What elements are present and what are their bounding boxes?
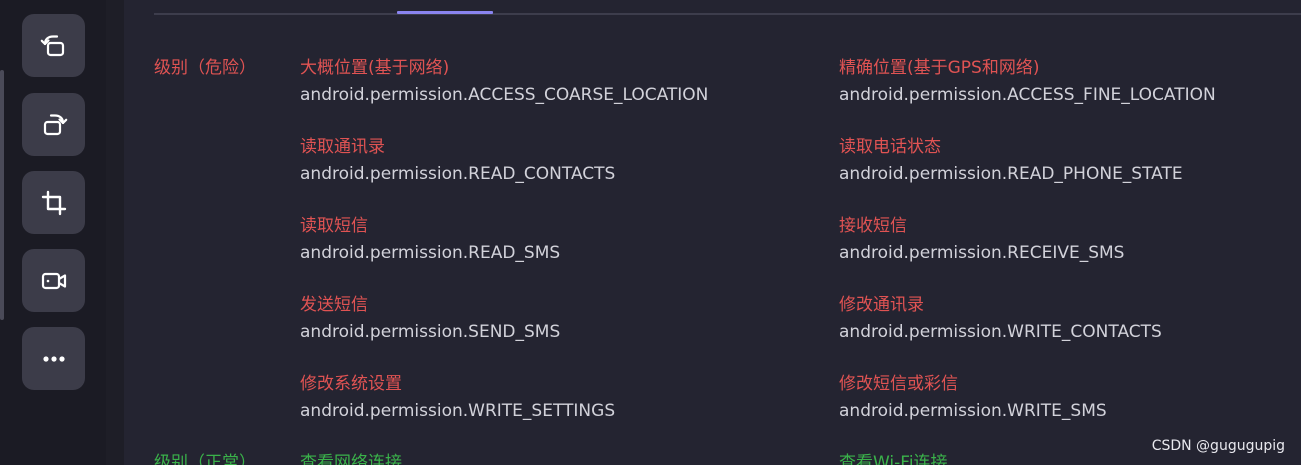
permission-item: 接收短信 android.permission.RECEIVE_SMS <box>839 215 1301 264</box>
permission-name: 修改短信或彩信 <box>839 374 958 394</box>
permission-item: 修改系统设置 android.permission.WRITE_SETTINGS <box>300 373 820 422</box>
permission-item: 查看网络连接 <box>300 452 820 465</box>
rotate-clockwise-icon <box>43 113 67 135</box>
rotate-left-button[interactable] <box>22 14 85 77</box>
permission-name: 读取短信 <box>300 216 368 236</box>
permission-id: android.permission.RECEIVE_SMS <box>839 243 1125 263</box>
permission-name: 查看网络连接 <box>300 453 402 465</box>
permission-id: android.permission.ACCESS_FINE_LOCATION <box>839 85 1216 105</box>
permission-item: 发送短信 android.permission.SEND_SMS <box>300 294 820 343</box>
active-tab-indicator[interactable] <box>397 11 493 14</box>
crop-button[interactable] <box>22 171 85 234</box>
rotate-right-button[interactable] <box>22 93 85 156</box>
permission-name: 大概位置(基于网络) <box>300 58 450 78</box>
permission-item: 修改短信或彩信 android.permission.WRITE_SMS <box>839 373 1301 422</box>
watermark: CSDN @gugugupig <box>1151 438 1285 454</box>
sidebar-scrollbar[interactable] <box>0 70 4 320</box>
crop-icon <box>41 190 66 215</box>
permission-item: 修改通讯录 android.permission.WRITE_CONTACTS <box>839 294 1301 343</box>
permission-item: 精确位置(基于GPS和网络) android.permission.ACCESS… <box>839 57 1301 106</box>
permission-id: android.permission.READ_CONTACTS <box>300 164 616 184</box>
permission-name: 精确位置(基于GPS和网络) <box>839 58 1040 78</box>
permission-name: 读取通讯录 <box>300 137 385 157</box>
permission-id: android.permission.WRITE_SETTINGS <box>300 401 616 421</box>
tab-bar-divider <box>154 13 1301 15</box>
permission-id: android.permission.WRITE_CONTACTS <box>839 322 1162 342</box>
sidebar-divider <box>106 0 124 465</box>
app-root: 级别（危险） 大概位置(基于网络) android.permission.ACC… <box>0 0 1301 465</box>
permission-item: 大概位置(基于网络) android.permission.ACCESS_COA… <box>300 57 820 106</box>
permission-id: android.permission.READ_SMS <box>300 243 561 263</box>
permission-item: 读取短信 android.permission.READ_SMS <box>300 215 820 264</box>
video-icon <box>41 272 66 289</box>
more-options-button[interactable] <box>22 327 85 390</box>
permission-id: android.permission.ACCESS_COARSE_LOCATIO… <box>300 85 709 105</box>
permission-name: 发送短信 <box>300 295 368 315</box>
permission-item: 读取电话状态 android.permission.READ_PHONE_STA… <box>839 136 1301 185</box>
record-video-button[interactable] <box>22 249 85 312</box>
permission-name: 读取电话状态 <box>839 137 941 157</box>
permission-name: 修改通讯录 <box>839 295 924 315</box>
tool-sidebar <box>0 0 106 465</box>
permission-id: android.permission.READ_PHONE_STATE <box>839 164 1183 184</box>
rotate-counterclockwise-icon <box>40 34 64 56</box>
level-normal-label: 级别（正常） <box>154 453 256 465</box>
permission-id: android.permission.WRITE_SMS <box>839 401 1107 421</box>
permissions-panel: 级别（危险） 大概位置(基于网络) android.permission.ACC… <box>124 0 1301 465</box>
more-options-icon <box>42 355 65 362</box>
permission-id: android.permission.SEND_SMS <box>300 322 561 342</box>
permission-name: 修改系统设置 <box>300 374 402 394</box>
permission-item: 读取通讯录 android.permission.READ_CONTACTS <box>300 136 820 185</box>
level-danger-label: 级别（危险） <box>154 58 256 78</box>
permission-name: 接收短信 <box>839 216 907 236</box>
